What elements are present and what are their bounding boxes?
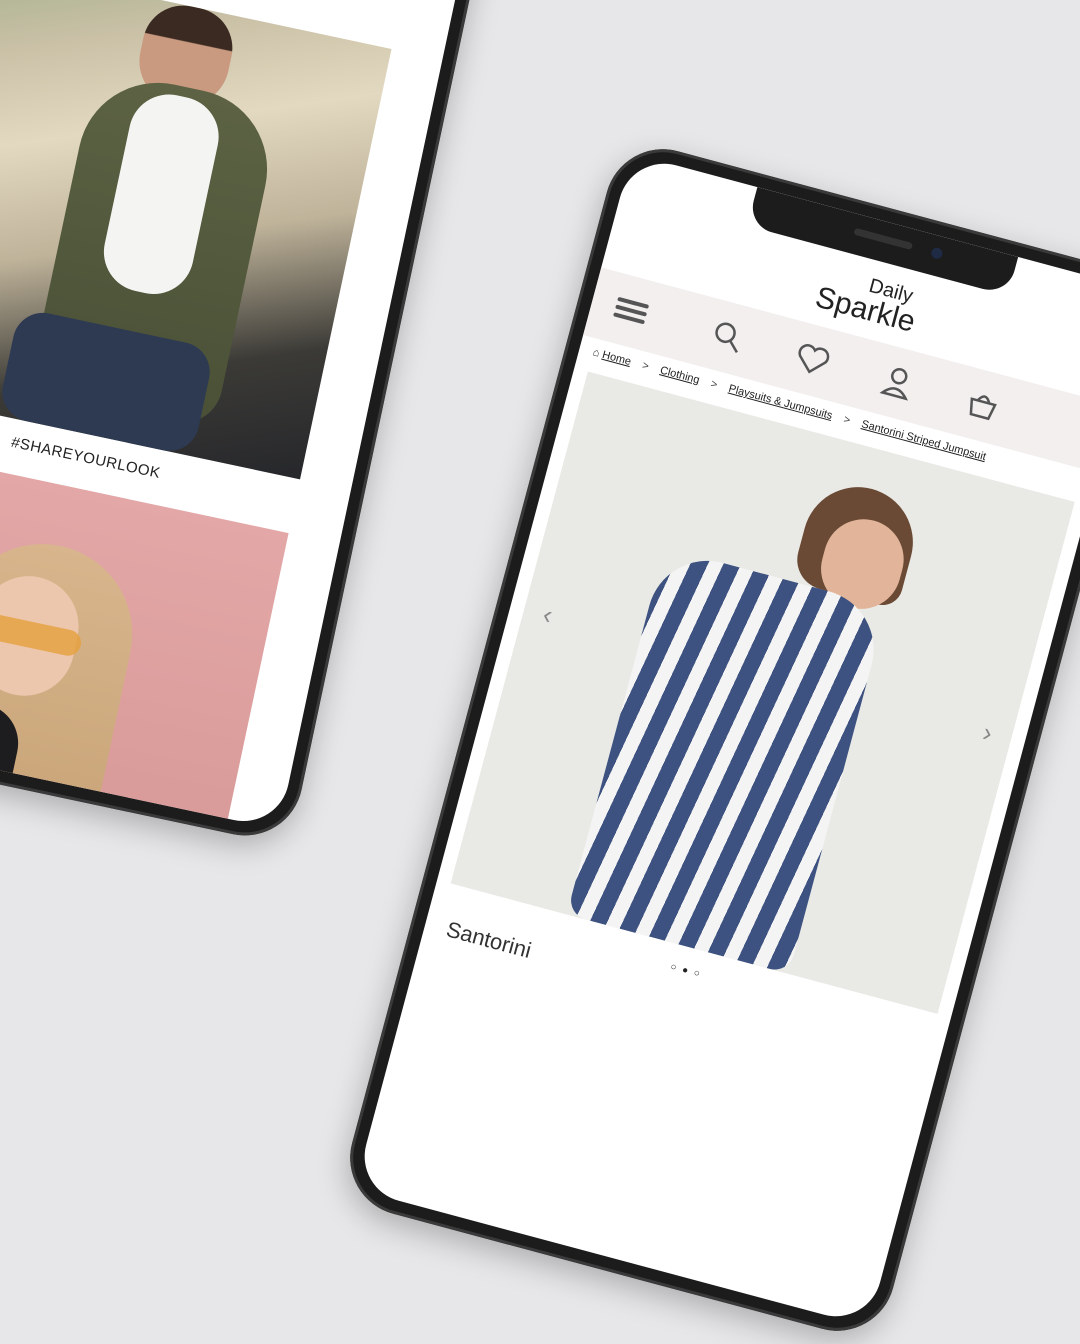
heart-icon[interactable]	[786, 332, 840, 386]
breadcrumb-separator: >	[640, 359, 651, 373]
breadcrumb-separator: >	[842, 413, 852, 427]
right-phone: Daily Sparkle ⌂ Home > Clothing > Playsu…	[337, 136, 1080, 1344]
gallery-next-icon[interactable]: ›	[979, 717, 996, 749]
breadcrumb-home[interactable]: Home	[601, 349, 632, 368]
search-icon[interactable]	[701, 310, 755, 364]
left-phone-screen: #SHAREYOURLOOK	[0, 0, 502, 830]
home-icon: ⌂	[591, 346, 602, 360]
speaker-grille	[853, 227, 914, 251]
community-photo-1[interactable]	[0, 0, 392, 480]
gallery-prev-icon[interactable]: ‹	[540, 599, 556, 631]
left-phone: #SHAREYOURLOOK	[0, 0, 519, 847]
product-gallery[interactable]: ‹ ›	[450, 371, 1075, 1014]
front-camera	[930, 246, 944, 261]
user-icon[interactable]	[871, 355, 925, 409]
basket-icon[interactable]	[956, 378, 1010, 432]
right-phone-screen: Daily Sparkle ⌂ Home > Clothing > Playsu…	[354, 153, 1080, 1327]
breadcrumb-clothing[interactable]: Clothing	[659, 364, 701, 386]
breadcrumb-separator: >	[709, 377, 719, 392]
product-image-jumpsuit	[566, 547, 888, 975]
menu-icon[interactable]	[604, 284, 658, 338]
